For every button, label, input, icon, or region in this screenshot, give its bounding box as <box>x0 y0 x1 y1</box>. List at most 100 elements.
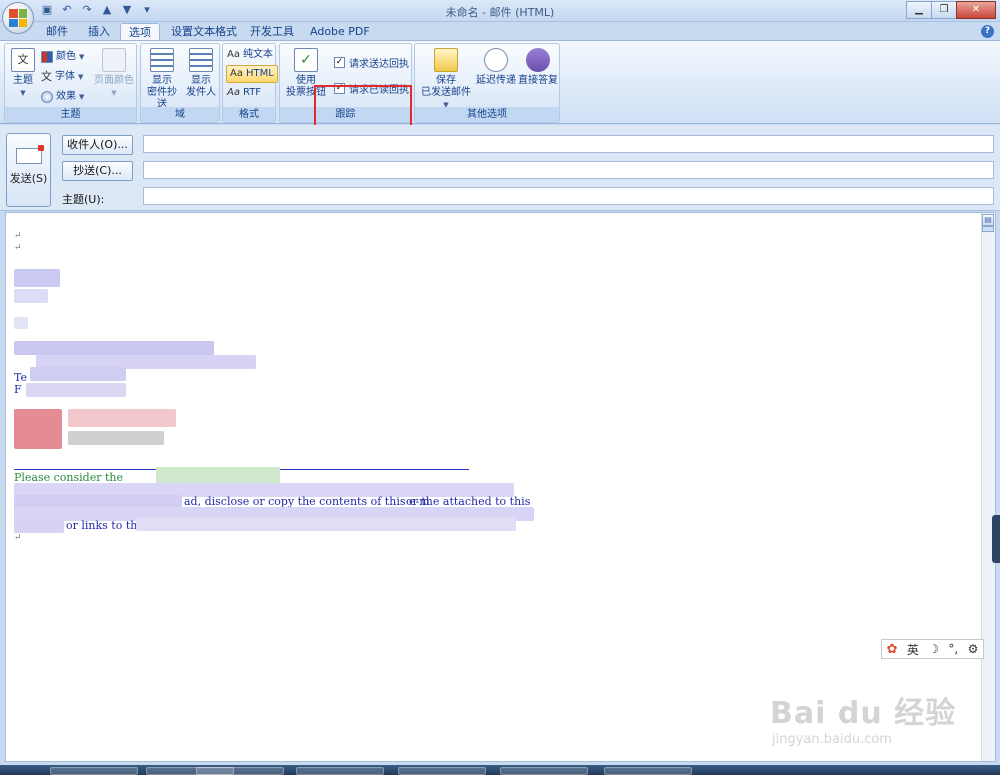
direct-replies-label: 直接答复 <box>518 75 558 86</box>
show-bcc-icon <box>150 48 174 72</box>
page-color-button[interactable]: 页面颜色 ▼ <box>93 48 135 99</box>
html-label: HTML <box>245 68 274 79</box>
delivery-receipt-checkbox[interactable]: ✓ 请求送达回执 <box>334 54 409 70</box>
more-options-group: 保存 已发送邮件 ▼ 延迟传递 直接答复 ↘ 其他选项 <box>414 43 560 123</box>
tab-format-text[interactable]: 设置文本格式 <box>163 23 245 41</box>
to-button[interactable]: 收件人(O)... <box>62 135 133 155</box>
save-sent-label-2: 已发送邮件 <box>421 87 471 98</box>
plain-text-label: 纯文本 <box>242 49 273 60</box>
message-header: 发送(S) 收件人(O)... 抄送(C)... 主题(U): <box>0 125 1000 211</box>
tab-developer[interactable]: 开发工具 <box>242 23 302 41</box>
direct-replies-button[interactable]: 直接答复 <box>517 48 559 87</box>
subject-label: 主题(U): <box>62 193 105 206</box>
rtf-button[interactable]: Aa RTF <box>227 84 261 102</box>
html-icon: Aa <box>230 68 243 79</box>
title-bar: ▣ ↶ ↷ ▲ ▼ ▾ 未命名 - 邮件 (HTML) ▁ ❐ ✕ <box>0 0 1000 22</box>
save-sent-label-1: 保存 <box>436 75 456 86</box>
cc-field[interactable] <box>143 161 994 179</box>
show-bcc-button[interactable]: 显示 密件抄送 <box>143 48 181 111</box>
delivery-receipt-label: 请求送达回执 <box>349 58 409 70</box>
send-envelope-icon <box>15 145 44 164</box>
redacted-block <box>136 517 516 531</box>
message-body[interactable]: ↵ ↵ Te F Please consider the ad, disclos… <box>5 212 996 762</box>
maximize-button[interactable]: ❐ <box>931 1 957 19</box>
send-button[interactable]: 发送(S) <box>6 133 51 207</box>
show-from-label-1: 显示 <box>191 75 211 86</box>
paragraph-mark: ↵ <box>14 533 22 543</box>
checkbox-checked-icon: ✓ <box>334 56 345 68</box>
effects-label: 效果 <box>56 91 76 102</box>
cc-button[interactable]: 抄送(C)... <box>62 161 133 181</box>
minimize-button[interactable]: ▁ <box>906 1 932 19</box>
window-title: 未命名 - 邮件 (HTML) <box>445 6 555 19</box>
themes-label: 主题 <box>13 75 33 86</box>
gear-icon[interactable]: ⚙ <box>968 642 979 656</box>
notice-line-3: or links to this <box>66 519 147 532</box>
taskbar-item[interactable] <box>296 767 384 775</box>
chevron-down-icon: ▼ <box>111 89 117 97</box>
office-button[interactable] <box>2 2 34 34</box>
voting-check-icon: ✓ <box>294 48 318 72</box>
help-icon[interactable]: ? <box>981 25 994 38</box>
vertical-scrollbar[interactable]: ▤ <box>981 213 995 761</box>
fonts-label: 字体 <box>55 71 75 82</box>
taskbar <box>0 765 1000 775</box>
side-panel-handle[interactable] <box>992 515 1000 563</box>
ime-language[interactable]: 英 <box>907 641 919 658</box>
paragraph-mark: ↵ <box>14 243 22 253</box>
paw-icon[interactable]: ✿ <box>887 642 898 657</box>
send-label: 发送(S) <box>9 172 48 185</box>
show-from-button[interactable]: 显示 发件人 <box>183 48 219 99</box>
plain-text-icon: Aa <box>227 49 240 60</box>
chevron-down-icon: ▼ <box>78 73 84 81</box>
redacted-block <box>14 519 64 533</box>
scroll-up-icon[interactable] <box>982 226 994 232</box>
moon-icon[interactable]: ☽ <box>928 642 939 656</box>
punctuation-icon[interactable]: °, <box>948 642 958 656</box>
watermark-brand: Bai du 经验 <box>770 696 957 731</box>
fonts-button[interactable]: 文 字体 ▼ <box>41 68 83 86</box>
colors-icon <box>41 51 53 63</box>
ribbon: 文 主题 ▼ 颜色 ▼ 文 字体 ▼ 效果 ▼ 页面颜色 ▼ 主题 显示 密件抄… <box>0 40 1000 143</box>
close-button[interactable]: ✕ <box>956 1 996 19</box>
chevron-down-icon: ▼ <box>79 53 85 61</box>
watermark: Bai du 经验 jingyan.baidu.com <box>770 688 956 747</box>
fields-group-label: 域 <box>141 107 219 122</box>
theme-group: 文 主题 ▼ 颜色 ▼ 文 字体 ▼ 效果 ▼ 页面颜色 ▼ 主题 <box>4 43 137 123</box>
window-controls: ▁ ❐ ✕ <box>906 1 996 19</box>
redacted-block <box>68 431 164 445</box>
effects-button[interactable]: 效果 ▼ <box>41 88 84 106</box>
taskbar-item[interactable] <box>196 767 284 775</box>
themes-button[interactable]: 文 主题 ▼ <box>9 48 37 99</box>
ime-toolbar: ✿ 英 ☽ °, ⚙ <box>881 639 984 659</box>
theme-group-label: 主题 <box>5 107 136 122</box>
tab-message[interactable]: 邮件 <box>38 23 76 41</box>
tab-adobe-pdf[interactable]: Adobe PDF <box>302 23 378 41</box>
taskbar-item[interactable] <box>50 767 138 775</box>
ruler-toggle-icon[interactable]: ▤ <box>982 214 994 226</box>
redacted-block <box>14 289 48 303</box>
redacted-block <box>14 341 214 355</box>
html-button[interactable]: Aa HTML <box>226 65 278 83</box>
save-sent-folder-icon <box>434 48 458 72</box>
save-sent-button[interactable]: 保存 已发送邮件 ▼ <box>419 48 473 111</box>
format-group: Aa 纯文本 Aa HTML Aa RTF 格式 <box>222 43 278 123</box>
page-color-icon <box>102 48 126 72</box>
taskbar-item[interactable] <box>500 767 588 775</box>
redacted-block <box>26 383 126 397</box>
delay-delivery-button[interactable]: 延迟传递 <box>475 48 517 87</box>
redacted-block <box>68 409 176 427</box>
plain-text-button[interactable]: Aa 纯文本 <box>227 46 273 64</box>
direct-replies-icon <box>526 48 550 72</box>
redacted-block <box>14 317 28 329</box>
page-color-label: 页面颜色 <box>94 75 134 86</box>
colors-button[interactable]: 颜色 ▼ <box>41 48 84 66</box>
taskbar-item[interactable] <box>398 767 486 775</box>
fax-text: F <box>14 383 22 396</box>
subject-field[interactable] <box>143 187 994 205</box>
more-options-group-label: 其他选项 <box>415 107 559 122</box>
tab-insert[interactable]: 插入 <box>80 23 118 41</box>
effects-icon <box>41 91 53 103</box>
taskbar-item[interactable] <box>604 767 692 775</box>
to-field[interactable] <box>143 135 994 153</box>
